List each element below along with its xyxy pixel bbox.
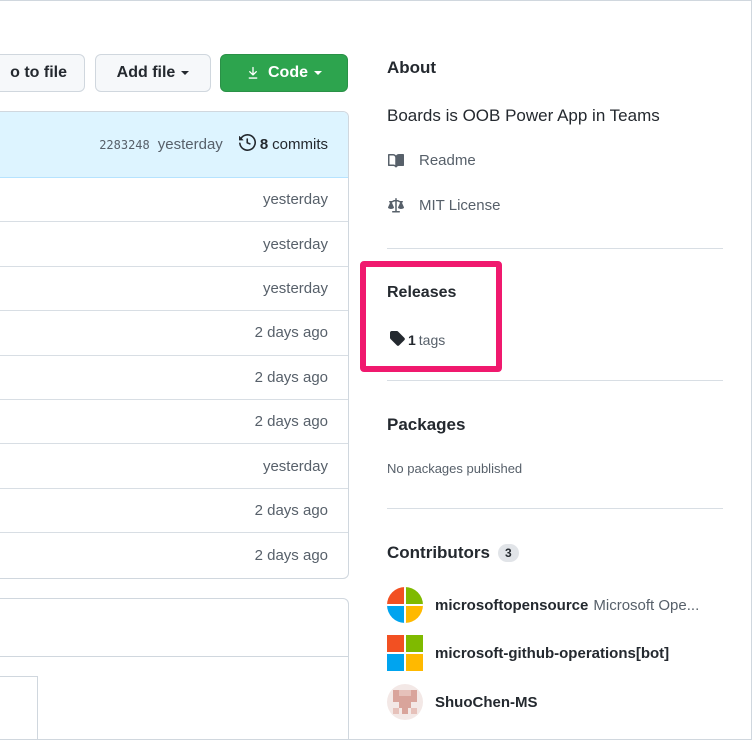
releases-highlight-box — [360, 261, 502, 372]
contributors-count-badge: 3 — [497, 544, 519, 562]
tags-word: tags — [418, 331, 446, 348]
file-row[interactable]: 2 days ago — [0, 533, 348, 577]
commits-link[interactable]: 8 commits — [238, 133, 328, 155]
file-row-time: 2 days ago — [254, 324, 328, 342]
about-heading: About — [387, 58, 437, 77]
tag-icon — [389, 330, 405, 349]
file-row-time: yesterday — [262, 235, 328, 253]
book-icon — [387, 153, 407, 169]
file-row[interactable]: 2 days ago — [0, 311, 348, 356]
file-row-time: 2 days ago — [254, 501, 328, 519]
history-icon — [238, 133, 256, 155]
avatar[interactable] — [387, 684, 423, 720]
contributor-item[interactable]: microsoftopensource Microsoft Ope... — [387, 587, 699, 623]
commits-word: commits — [272, 136, 328, 153]
file-row-time: yesterday — [262, 457, 328, 475]
file-row[interactable]: yesterday — [0, 222, 348, 267]
readme-link[interactable]: Readme — [387, 152, 476, 169]
file-row[interactable]: 2 days ago — [0, 400, 348, 445]
contributors-heading[interactable]: Contributors 3 — [387, 543, 519, 563]
license-link[interactable]: MIT License — [387, 197, 500, 214]
contributor-login[interactable]: microsoftopensource — [435, 597, 588, 614]
file-row[interactable]: 2 days ago — [0, 489, 348, 534]
latest-commit-bar: 2283248 yesterday 8 commits — [0, 112, 348, 178]
file-row[interactable]: yesterday — [0, 267, 348, 312]
file-row[interactable]: yesterday — [0, 178, 348, 223]
commit-sha-link[interactable]: 2283248 — [99, 138, 150, 152]
avatar[interactable] — [387, 635, 423, 671]
chevron-down-icon — [181, 71, 190, 75]
chevron-down-icon — [314, 71, 322, 75]
avatar[interactable] — [387, 587, 423, 623]
contributor-item[interactable]: ShuoChen-MS — [387, 684, 538, 720]
packages-empty-text: No packages published — [387, 461, 523, 476]
divider — [387, 248, 723, 249]
file-row-time: 2 days ago — [254, 546, 328, 564]
file-row-time: yesterday — [262, 191, 328, 209]
file-row-time: 2 days ago — [254, 413, 328, 431]
divider — [387, 380, 723, 381]
divider — [387, 508, 723, 509]
tags-link[interactable]: 1 tags — [389, 330, 445, 349]
download-icon — [246, 66, 260, 80]
contributor-login[interactable]: ShuoChen-MS — [435, 694, 538, 711]
tag-count: 1 — [408, 331, 416, 348]
readme-panel-header — [0, 599, 348, 657]
file-row-time: 2 days ago — [254, 368, 328, 386]
readme-label: Readme — [419, 152, 476, 169]
go-to-file-label: o to file — [10, 64, 67, 81]
commit-time: yesterday — [157, 136, 223, 153]
add-file-label: Add file — [116, 64, 176, 81]
contributor-login[interactable]: microsoft-github-operations[bot] — [435, 645, 669, 662]
file-list: 2283248 yesterday 8 commits yesterday ye… — [0, 111, 349, 579]
contributors-title: Contributors — [387, 543, 490, 562]
repo-description: Boards is OOB Power App in Teams — [387, 106, 660, 125]
contributor-item[interactable]: microsoft-github-operations[bot] — [387, 635, 669, 671]
add-file-button[interactable]: Add file — [95, 54, 211, 92]
commit-count: 8 — [259, 136, 269, 153]
releases-heading[interactable]: Releases — [387, 284, 456, 302]
go-to-file-button[interactable]: o to file — [0, 54, 85, 92]
code-label: Code — [268, 64, 308, 81]
code-button[interactable]: Code — [220, 54, 348, 92]
file-row-time: yesterday — [262, 279, 328, 297]
packages-heading[interactable]: Packages — [387, 415, 465, 435]
readme-content-block — [0, 676, 38, 740]
contributor-name: Microsoft Ope... — [593, 596, 700, 614]
file-row[interactable]: 2 days ago — [0, 356, 348, 400]
license-label: MIT License — [419, 197, 501, 214]
file-row[interactable]: yesterday — [0, 444, 348, 489]
readme-panel — [0, 598, 349, 740]
law-icon — [387, 197, 407, 214]
